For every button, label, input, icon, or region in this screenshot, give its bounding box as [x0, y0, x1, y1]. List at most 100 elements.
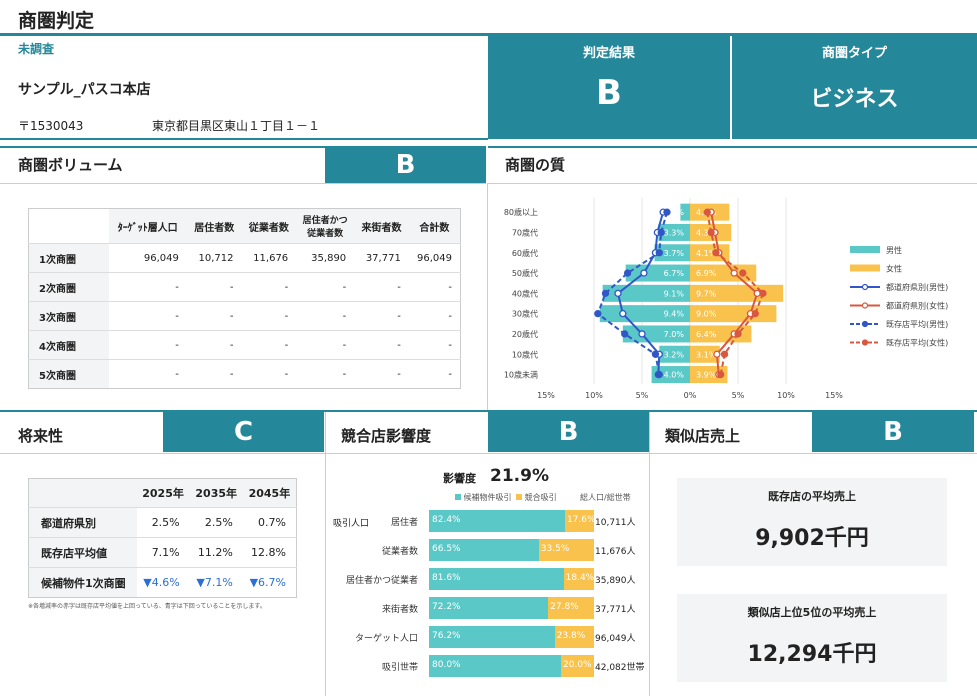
card-value: 9,902千円: [755, 526, 869, 551]
series-point: [621, 330, 629, 338]
population-pyramid-chart: 0%4.1%3.3%4.3%3.7%4.1%6.7%6.9%9.1%9.7%9.…: [504, 198, 948, 400]
x-tick-label: 5%: [636, 391, 649, 400]
bar-count-label: 96,049人: [595, 634, 636, 644]
captured-bar: 66.5%: [429, 539, 539, 561]
cell: 2.5%: [189, 507, 243, 538]
captured-bar: 81.6%: [429, 568, 564, 590]
cell: -: [186, 359, 242, 389]
cell: 96,049: [408, 243, 461, 273]
series-point: [655, 370, 663, 379]
male-data-label: 3.7%: [664, 249, 685, 258]
future-note: ※各増減率の赤字は既存店平均値を上回っている、青字は下回っていることを示します。: [28, 603, 266, 610]
legend-marker: [861, 320, 869, 328]
quality-title: 商圏の質: [505, 156, 566, 174]
captured-bar: 72.2%: [429, 597, 549, 619]
card-label: 類似店上位5位の平均売上: [747, 606, 877, 619]
bar-count-label: 11,676人: [595, 547, 636, 557]
series-point: [720, 350, 729, 358]
competition-bar-row: 来街者数 72.2% 27.8% 37,771人: [333, 597, 648, 619]
future-title: 将来性: [18, 427, 64, 445]
male-data-label: 6.7%: [664, 269, 685, 278]
legend-label: 既存店平均(女性): [886, 338, 948, 348]
cell: -: [354, 359, 409, 389]
x-tick-label: 0%: [684, 391, 697, 400]
type-value: ビジネス: [810, 87, 899, 112]
table-row: 1次商圏 96,049 10,712 11,676 35,890 37,771 …: [28, 243, 461, 273]
male-data-label: 4.0%: [664, 371, 685, 380]
male-data-label: 3.2%: [664, 350, 685, 359]
row-label: 都道府県別: [28, 507, 137, 538]
female-data-label: 6.4%: [696, 330, 717, 339]
col-header: 2035年: [189, 478, 243, 508]
cell: -: [241, 301, 297, 331]
male-data-label: 0%: [671, 208, 684, 217]
series-point: [619, 310, 627, 318]
table-row: 既存店平均値 7.1% 11.2% 12.8%: [28, 537, 297, 568]
cell: -: [296, 272, 355, 302]
cell: -: [354, 272, 409, 302]
series-point: [712, 249, 720, 257]
col-header: 合計数: [408, 208, 461, 244]
divider: [0, 183, 486, 184]
col-header: 来街者数: [354, 208, 409, 244]
card-label: 既存店の平均売上: [768, 490, 856, 503]
category-label: 20歳代: [512, 329, 538, 339]
series-point: [739, 269, 747, 277]
cell: -: [408, 359, 461, 389]
legend-swatch: [850, 246, 880, 253]
cell: -: [108, 272, 187, 302]
legend-label: 競合吸引: [524, 493, 557, 502]
future-grade: C: [163, 412, 324, 452]
similar-grade: B: [812, 412, 974, 452]
series-point: [713, 350, 721, 358]
bar-category-label: 吸引世帯: [381, 663, 418, 673]
cell: 37,771: [354, 243, 409, 273]
col-header: 居住者かつ従業者数: [296, 208, 355, 244]
cell: 0.7%: [242, 507, 297, 538]
table-corner: [28, 478, 137, 508]
bar-category-label: ターゲット人口: [354, 634, 418, 644]
bar-count-label: 42,082世帯: [595, 663, 645, 673]
series-point: [663, 208, 671, 216]
cell: 7.1%: [136, 537, 190, 568]
male-data-label: 9.4%: [664, 310, 685, 319]
legend-swatch: [455, 494, 461, 500]
legend-marker: [861, 339, 869, 346]
cell: 12.8%: [242, 537, 297, 568]
table-row: 4次商圏 - - - - - -: [28, 330, 461, 360]
cell: ▼7.1%: [189, 567, 243, 598]
series-point: [657, 228, 665, 237]
x-tick-label: 10%: [777, 391, 795, 400]
divider: [488, 183, 977, 184]
series-point: [601, 289, 610, 297]
postal-code: 〒1530043: [18, 119, 84, 133]
divider: [649, 412, 650, 696]
male-data-label: 7.0%: [664, 330, 685, 339]
bar-category-label: 従業者数: [381, 547, 418, 557]
table-corner: [28, 208, 109, 244]
x-tick-label: 15%: [537, 391, 555, 400]
male-data-label: 9.1%: [664, 289, 685, 298]
category-label: 80歳以上: [504, 207, 538, 217]
series-point: [759, 289, 767, 297]
cell: 35,890: [296, 243, 355, 273]
legend-label: 男性: [886, 245, 902, 255]
count-header: 総人口/総世帯: [580, 493, 631, 502]
series-point: [734, 330, 742, 338]
competitor-bar: 23.8%: [554, 626, 594, 648]
row-label: 4次商圏: [28, 330, 109, 360]
cell: 11.2%: [189, 537, 243, 568]
col-header: 2045年: [242, 478, 297, 508]
legend-swatch: [516, 494, 523, 500]
x-tick-label: 10%: [585, 391, 603, 400]
competition-bar-row: 吸引世帯 80.0% 20.0% 42,082世帯: [333, 655, 648, 677]
competitor-bar: 20.0%: [561, 655, 594, 677]
legend-label: 女性: [886, 264, 902, 274]
survey-status: 未調査: [18, 42, 55, 56]
female-data-label: 9.7%: [696, 289, 717, 298]
male-data-label: 3.3%: [664, 228, 685, 237]
captured-bar: 76.2%: [429, 626, 555, 648]
competition-title: 競合店影響度: [341, 427, 432, 445]
row-label: 既存店平均値: [28, 537, 137, 568]
cell: ▼6.7%: [242, 567, 297, 598]
